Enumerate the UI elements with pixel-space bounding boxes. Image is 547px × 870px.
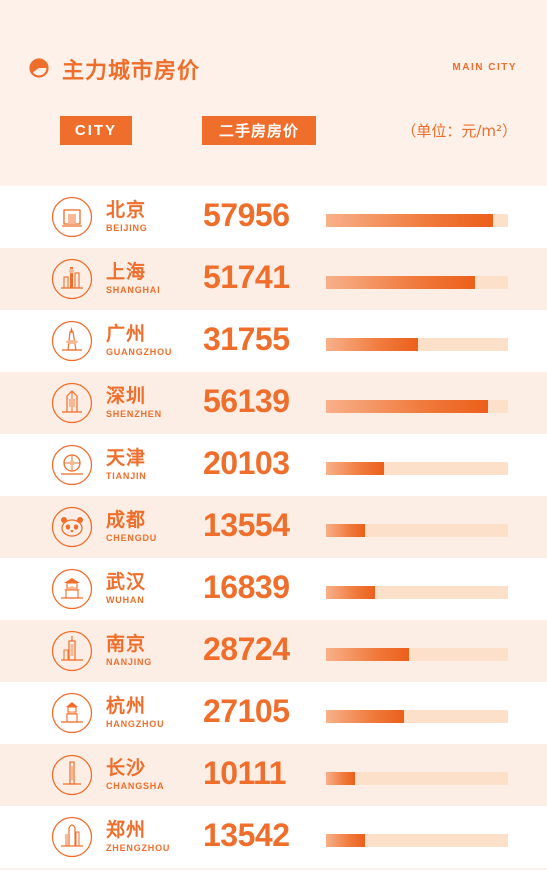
bar-track (326, 710, 508, 723)
city-name: 武汉 (106, 571, 147, 593)
price-column-header: 二手房房价 (202, 116, 316, 145)
city-name-en: BEIJING (106, 223, 148, 233)
price-bar (326, 276, 475, 289)
guangzhou-landmark-icon (51, 320, 93, 362)
price-value: 16839 (203, 569, 290, 605)
city-row: 成都 CHENGDU 13554 (0, 496, 547, 558)
price-value: 13554 (203, 507, 290, 543)
city-name-en: NANJING (106, 657, 153, 667)
bar-track (326, 834, 508, 847)
page-subtitle: MAIN CITY (452, 62, 517, 73)
shenzhen-tower-icon (51, 382, 93, 424)
bar-track (326, 214, 508, 227)
city-row: 深圳 SHENZHEN 56139 (0, 372, 547, 434)
city-column-header: CITY (60, 116, 132, 145)
city-name-en: WUHAN (106, 595, 145, 605)
leifeng-pagoda-icon (51, 692, 93, 734)
city-name: 深圳 (106, 385, 147, 407)
city-name-en: TIANJIN (106, 471, 147, 481)
bar-track (326, 648, 508, 661)
city-row: 郑州 ZHENGZHOU 13542 (0, 806, 547, 868)
price-bar (326, 586, 375, 599)
city-row: 武汉 WUHAN 16839 (0, 558, 547, 620)
price-value: 57956 (203, 197, 290, 233)
header: 主力城市房价 MAIN CITY CITY 二手房房价 （单位：元/m²） (0, 0, 547, 170)
city-row: 广州 GUANGZHOU 31755 (0, 310, 547, 372)
price-value: 20103 (203, 445, 290, 481)
yellow-crane-tower-icon (51, 568, 93, 610)
shanghai-tower-icon (51, 258, 93, 300)
city-row: 南京 NANJING 28724 (0, 620, 547, 682)
bar-track (326, 462, 508, 475)
price-bar (326, 772, 355, 785)
price-value: 31755 (203, 321, 290, 357)
city-name: 天津 (106, 447, 147, 469)
panda-icon (51, 506, 93, 548)
bar-track (326, 276, 508, 289)
city-name: 广州 (106, 323, 147, 345)
city-name-en: SHANGHAI (106, 285, 161, 295)
zhengzhou-tower-icon (51, 816, 93, 858)
city-row: 上海 SHANGHAI 51741 (0, 248, 547, 310)
city-row: 天津 TIANJIN 20103 (0, 434, 547, 496)
city-name-en: HANGZHOU (106, 719, 165, 729)
bar-track (326, 338, 508, 351)
beijing-landmark-icon (51, 196, 93, 238)
price-bar (326, 462, 384, 475)
city-row: 北京 BEIJING 57956 (0, 186, 547, 248)
city-name-en: CHENGDU (106, 533, 158, 543)
nanjing-tower-icon (51, 630, 93, 672)
price-value: 28724 (203, 631, 290, 667)
price-bar (326, 338, 418, 351)
price-value: 27105 (203, 693, 290, 729)
city-row: 杭州 HANGZHOU 27105 (0, 682, 547, 744)
unit-label: （单位：元/m²） (401, 122, 517, 140)
city-name-en: CHANGSHA (106, 781, 165, 791)
city-name-en: ZHENGZHOU (106, 843, 171, 853)
city-name: 南京 (106, 633, 147, 655)
city-name: 北京 (106, 199, 147, 221)
price-value: 10111 (203, 755, 286, 791)
price-value: 56139 (203, 383, 290, 419)
page-title: 主力城市房价 (62, 59, 201, 84)
city-name: 成都 (106, 509, 147, 531)
changsha-tower-icon (51, 754, 93, 796)
price-bar (326, 400, 488, 413)
pie-chart-icon (29, 58, 49, 78)
city-price-list: 北京 BEIJING 57956 上海 SHANGHAI 51741 广州 GUANGZHOU… (0, 186, 547, 868)
price-bar (326, 710, 404, 723)
price-bar (326, 648, 409, 661)
city-name: 长沙 (106, 757, 147, 779)
city-name-en: SHENZHEN (106, 409, 162, 419)
price-bar (326, 834, 365, 847)
bar-track (326, 772, 508, 785)
city-name: 杭州 (106, 695, 147, 717)
price-value: 51741 (203, 259, 290, 295)
city-name-en: GUANGZHOU (106, 347, 173, 357)
price-bar (326, 524, 365, 537)
tianjin-ferris-wheel-icon (51, 444, 93, 486)
price-value: 13542 (203, 817, 290, 853)
bar-track (326, 400, 508, 413)
city-name: 上海 (106, 261, 147, 283)
city-row: 长沙 CHANGSHA 10111 (0, 744, 547, 806)
bar-track (326, 586, 508, 599)
price-bar (326, 214, 493, 227)
bar-track (326, 524, 508, 537)
city-name: 郑州 (106, 819, 147, 841)
